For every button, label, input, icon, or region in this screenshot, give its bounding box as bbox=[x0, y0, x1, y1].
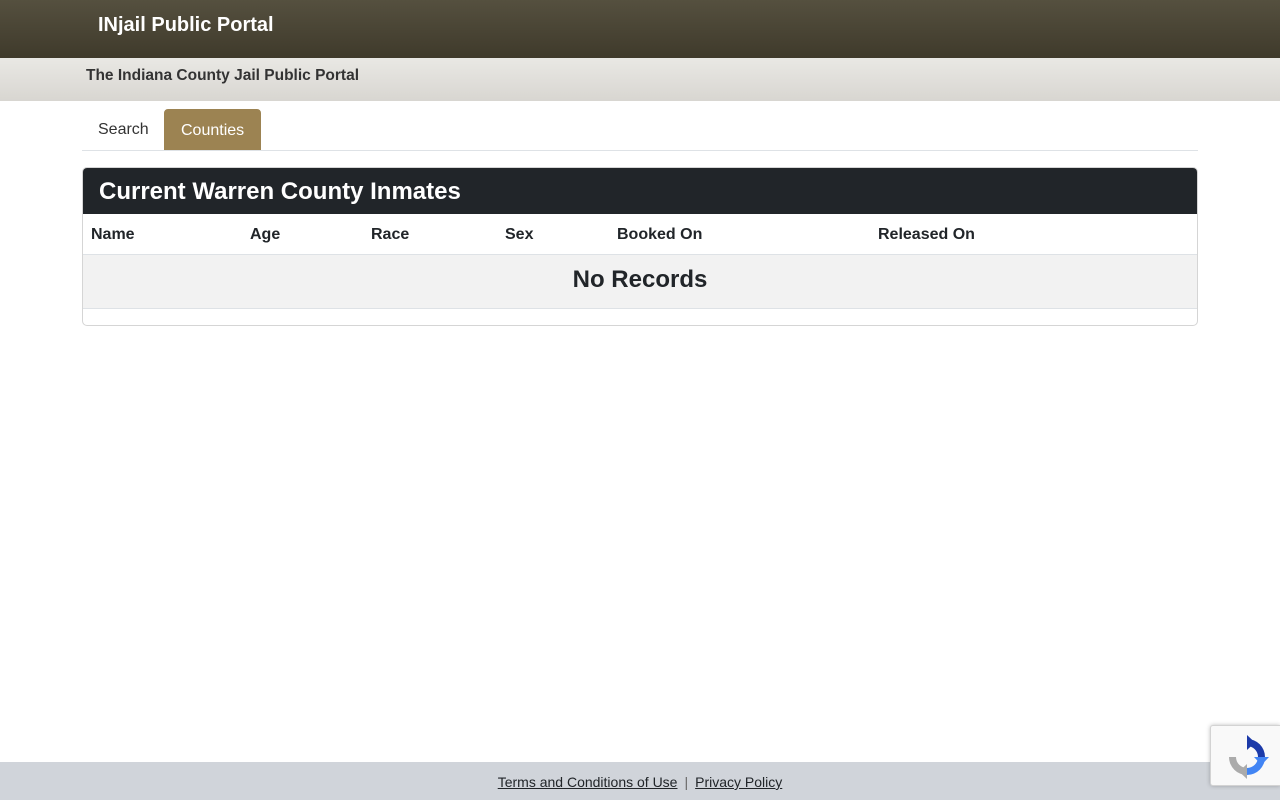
tab-search[interactable]: Search bbox=[82, 109, 165, 150]
recaptcha-logo-icon bbox=[1229, 735, 1269, 779]
column-header-booked-on[interactable]: Booked On bbox=[617, 226, 702, 244]
nav-tabs: Search Counties bbox=[82, 109, 1198, 151]
column-header-age[interactable]: Age bbox=[250, 226, 280, 244]
footer: Terms and Conditions of Use | Privacy Poli… bbox=[0, 762, 1280, 800]
column-header-race[interactable]: Race bbox=[371, 226, 409, 244]
privacy-link[interactable]: Privacy Policy bbox=[695, 774, 782, 790]
tab-counties[interactable]: Counties bbox=[164, 109, 262, 150]
no-records-row: No Records bbox=[83, 255, 1197, 309]
footer-separator: | bbox=[684, 774, 689, 790]
panel-title: Current Warren County Inmates bbox=[83, 168, 1197, 214]
column-header-name[interactable]: Name bbox=[91, 226, 135, 244]
page-subtitle: The Indiana County Jail Public Portal bbox=[86, 67, 360, 84]
terms-link[interactable]: Terms and Conditions of Use bbox=[498, 774, 678, 790]
table-header-row: Name Age Race Sex Booked On Released On bbox=[83, 214, 1197, 255]
column-header-released-on[interactable]: Released On bbox=[878, 226, 975, 244]
column-header-sex[interactable]: Sex bbox=[505, 226, 533, 244]
brand-link[interactable]: INjail Public Portal bbox=[98, 14, 274, 37]
inmates-panel: Current Warren County Inmates Name Age R… bbox=[82, 167, 1198, 326]
recaptcha-badge[interactable] bbox=[1210, 725, 1280, 786]
